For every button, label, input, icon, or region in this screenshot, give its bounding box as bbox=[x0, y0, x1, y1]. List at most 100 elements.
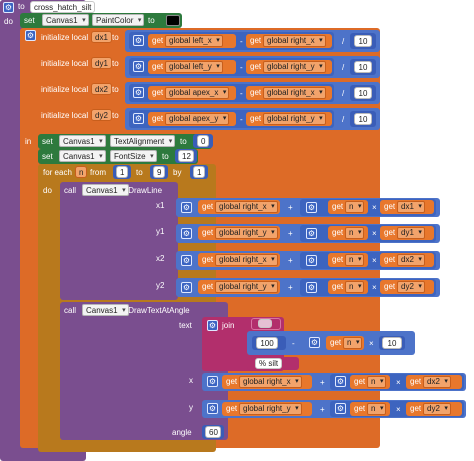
divide-operator[interactable]: / bbox=[342, 89, 344, 98]
add-gear-icon[interactable]: ⚙ bbox=[181, 202, 192, 213]
math-gear-icon[interactable]: ⚙ bbox=[309, 337, 320, 348]
math-gear-icon[interactable]: ⚙ bbox=[335, 403, 346, 414]
property-dropdown[interactable]: TextAlignment bbox=[110, 135, 176, 148]
add-gear-icon[interactable]: ⚙ bbox=[181, 282, 192, 293]
get-n-block[interactable]: get n bbox=[350, 402, 390, 416]
pct-silt-field[interactable]: % silt bbox=[255, 358, 283, 369]
get-var-block[interactable]: get dy2 bbox=[380, 280, 434, 294]
global-dropdown[interactable]: global right_x bbox=[263, 87, 326, 99]
get-n-block[interactable]: get n bbox=[350, 375, 390, 389]
global-dropdown[interactable]: global left_x bbox=[165, 35, 223, 47]
number-field[interactable]: 10 bbox=[354, 61, 372, 73]
global-dropdown[interactable]: global right_x bbox=[215, 201, 278, 213]
times-operator[interactable]: × bbox=[372, 229, 377, 238]
global-dropdown[interactable]: global right_y bbox=[239, 403, 302, 415]
global-dropdown[interactable]: global apex_y bbox=[165, 113, 230, 125]
add-gear-icon[interactable]: ⚙ bbox=[207, 376, 218, 387]
local-var-field[interactable]: dx1 bbox=[91, 31, 112, 43]
angle-field[interactable]: 60 bbox=[205, 426, 221, 438]
local-var-field[interactable]: dy2 bbox=[91, 109, 112, 121]
times-operator[interactable]: × bbox=[369, 339, 374, 348]
get-n-block[interactable]: get n bbox=[328, 226, 368, 240]
get-global-block[interactable]: get global left_y bbox=[148, 60, 236, 74]
plus-operator[interactable]: + bbox=[288, 256, 293, 265]
var-dropdown[interactable]: dy1 bbox=[397, 227, 425, 239]
times-operator[interactable]: × bbox=[396, 378, 401, 387]
math-gear-icon[interactable]: ⚙ bbox=[133, 35, 144, 46]
minus-operator[interactable]: - bbox=[292, 339, 295, 348]
component-dropdown[interactable]: Canvas1 bbox=[82, 184, 129, 197]
number-field[interactable]: 10 bbox=[354, 87, 372, 99]
minus-operator[interactable]: - bbox=[240, 37, 243, 46]
from-number-field[interactable]: 1 bbox=[116, 166, 128, 178]
get-global-block[interactable]: get global apex_x bbox=[148, 86, 236, 100]
get-var-block[interactable]: get dy2 bbox=[406, 402, 462, 416]
var-dropdown[interactable]: dx2 bbox=[397, 254, 425, 266]
add-gear-icon[interactable]: ⚙ bbox=[181, 255, 192, 266]
var-dropdown[interactable]: n bbox=[343, 337, 363, 349]
times-operator[interactable]: × bbox=[396, 405, 401, 414]
get-global-block[interactable]: get global right_x bbox=[222, 375, 312, 389]
global-dropdown[interactable]: global right_x bbox=[215, 254, 278, 266]
divide-operator[interactable]: / bbox=[342, 37, 344, 46]
global-dropdown[interactable]: global right_y bbox=[215, 227, 278, 239]
get-n-block[interactable]: get n bbox=[328, 280, 368, 294]
get-var-block[interactable]: get dx2 bbox=[406, 375, 462, 389]
math-gear-icon[interactable]: ⚙ bbox=[306, 228, 317, 239]
var-dropdown[interactable]: n bbox=[367, 403, 387, 415]
get-global-block[interactable]: get global right_x bbox=[198, 200, 280, 214]
get-n-block[interactable]: get n bbox=[328, 200, 368, 214]
minus-operator[interactable]: - bbox=[240, 115, 243, 124]
global-dropdown[interactable]: global left_y bbox=[165, 61, 223, 73]
math-gear-icon[interactable]: ⚙ bbox=[133, 87, 144, 98]
divide-operator[interactable]: / bbox=[342, 63, 344, 72]
number-field[interactable]: 10 bbox=[354, 35, 372, 47]
add-gear-icon[interactable]: ⚙ bbox=[207, 403, 218, 414]
plus-operator[interactable]: + bbox=[288, 283, 293, 292]
global-dropdown[interactable]: global right_x bbox=[263, 35, 326, 47]
hundred-field[interactable]: 100 bbox=[256, 337, 278, 349]
local-var-field[interactable]: dx2 bbox=[91, 83, 112, 95]
get-global-block[interactable]: get global right_y bbox=[222, 402, 312, 416]
global-dropdown[interactable]: global right_x bbox=[239, 376, 302, 388]
mutator-gear-icon[interactable]: ⚙ bbox=[3, 2, 14, 13]
get-global-block[interactable]: get global right_y bbox=[246, 112, 332, 126]
plus-operator[interactable]: + bbox=[320, 405, 325, 414]
divide-operator[interactable]: / bbox=[342, 115, 344, 124]
var-dropdown[interactable]: n bbox=[345, 281, 365, 293]
math-gear-icon[interactable]: ⚙ bbox=[306, 255, 317, 266]
times-operator[interactable]: × bbox=[372, 283, 377, 292]
get-global-block[interactable]: get global right_y bbox=[246, 60, 332, 74]
get-var-block[interactable]: get dx1 bbox=[380, 200, 434, 214]
plus-operator[interactable]: + bbox=[320, 378, 325, 387]
component-dropdown[interactable]: Canvas1 bbox=[59, 150, 106, 163]
var-dropdown[interactable]: dx1 bbox=[397, 201, 425, 213]
empty-text-field[interactable] bbox=[258, 319, 272, 328]
locals-gear-icon[interactable]: ⚙ bbox=[25, 30, 36, 41]
minus-operator[interactable]: - bbox=[240, 63, 243, 72]
get-global-block[interactable]: get global right_y bbox=[198, 280, 280, 294]
plus-operator[interactable]: + bbox=[288, 203, 293, 212]
global-dropdown[interactable]: global right_y bbox=[263, 61, 326, 73]
global-dropdown[interactable]: global apex_x bbox=[165, 87, 230, 99]
local-var-field[interactable]: dy1 bbox=[91, 57, 112, 69]
get-var-block[interactable]: get dx2 bbox=[380, 253, 434, 267]
get-global-block[interactable]: get global right_x bbox=[246, 34, 332, 48]
get-n-block[interactable]: get n bbox=[328, 253, 368, 267]
get-global-block[interactable]: get global right_x bbox=[198, 253, 280, 267]
ten-field[interactable]: 10 bbox=[382, 337, 402, 349]
var-dropdown[interactable]: n bbox=[345, 227, 365, 239]
by-number-field[interactable]: 1 bbox=[193, 166, 205, 178]
global-dropdown[interactable]: global right_y bbox=[215, 281, 278, 293]
var-dropdown[interactable]: n bbox=[345, 254, 365, 266]
var-dropdown[interactable]: dx2 bbox=[423, 376, 451, 388]
var-dropdown[interactable]: dy2 bbox=[423, 403, 451, 415]
var-dropdown[interactable]: n bbox=[345, 201, 365, 213]
get-global-block[interactable]: get global right_x bbox=[246, 86, 332, 100]
global-dropdown[interactable]: global right_y bbox=[263, 113, 326, 125]
color-swatch[interactable] bbox=[166, 15, 180, 26]
math-gear-icon[interactable]: ⚙ bbox=[306, 282, 317, 293]
var-dropdown[interactable]: dy2 bbox=[397, 281, 425, 293]
number-field[interactable]: 10 bbox=[354, 113, 372, 125]
number-field[interactable]: 0 bbox=[197, 135, 209, 147]
